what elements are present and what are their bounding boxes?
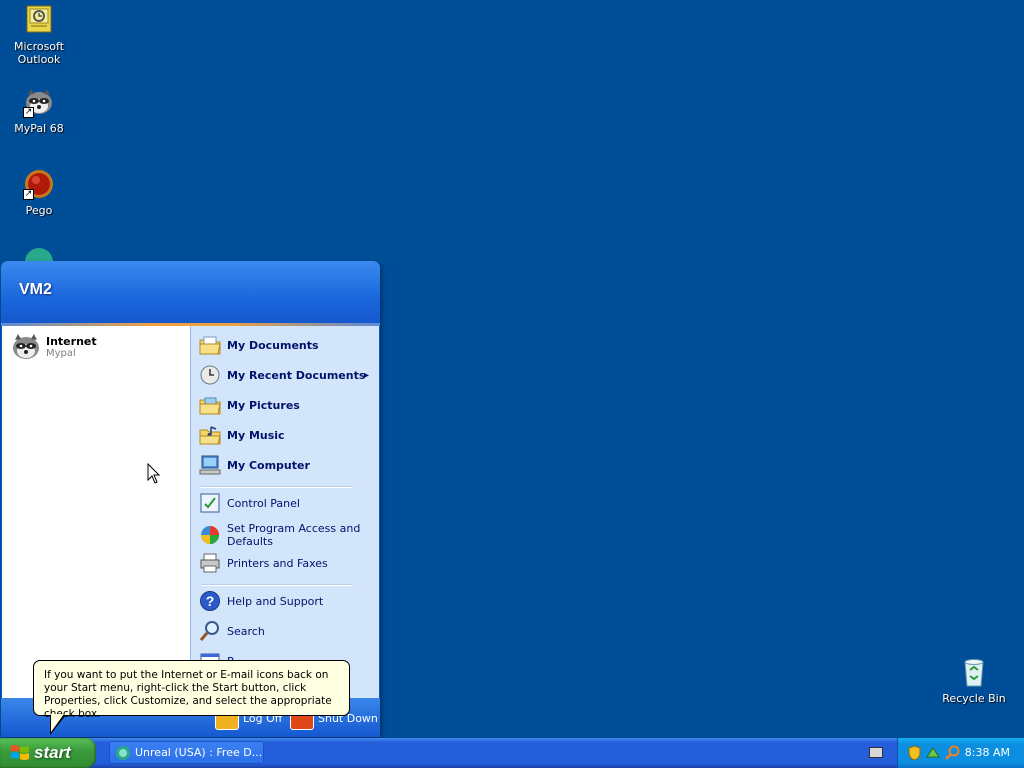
help-icon: ? (199, 590, 221, 612)
recycle-bin-icon (958, 656, 990, 688)
desktop-icon-outlook[interactable]: Microsoft Outlook (1, 4, 77, 66)
my-pictures-icon (199, 394, 221, 416)
mouse-cursor-icon (147, 462, 161, 485)
menu-item-label: Printers and Faxes (227, 556, 328, 570)
desktop-icon-mypal[interactable]: ↗ MyPal 68 (1, 86, 77, 135)
taskbar-button[interactable]: Unreal (USA) : Free D... (109, 741, 264, 764)
menu-item-program-access[interactable]: Set Program Access and Defaults (199, 522, 375, 548)
desktop-icon-label: Pego (25, 204, 53, 217)
menu-item-search[interactable]: Search (199, 620, 375, 642)
system-tray: 8:38 AM (897, 738, 1024, 768)
my-music-icon (199, 424, 221, 446)
submenu-arrow-icon: ▸ (363, 369, 369, 381)
search-icon[interactable] (944, 745, 960, 761)
desktop-icon-label: MyPal 68 (14, 122, 64, 135)
tooltip-tail-fill (51, 714, 64, 732)
menu-item-my-computer[interactable]: My Computer (199, 454, 375, 476)
windows-logo-icon (10, 743, 30, 763)
menu-item-label: My Documents (227, 338, 319, 352)
mypal-icon: ↗ (23, 86, 55, 118)
search-icon (199, 620, 221, 642)
start-label: start (34, 743, 71, 762)
desktop-icon-recycle-bin[interactable]: Recycle Bin (936, 656, 1012, 705)
pinned-programs-pane: Internet Mypal (2, 326, 190, 698)
shortcut-arrow-icon: ↗ (23, 107, 34, 118)
my-computer-icon (199, 454, 221, 476)
clock[interactable]: 8:38 AM (965, 746, 1010, 759)
menu-item-label: Search (227, 624, 265, 638)
menu-item-label: Help and Support (227, 594, 324, 608)
menu-item-label: My Music (227, 428, 285, 442)
mypal-icon (115, 745, 131, 761)
keyboard-icon[interactable] (869, 747, 883, 758)
my-documents-icon (199, 334, 221, 356)
printer-icon (199, 552, 221, 574)
menu-item-label: Control Panel (227, 496, 300, 510)
tooltip-text: If you want to put the Internet or E-mai… (44, 669, 332, 720)
menu-item-control-panel[interactable]: Control Panel (199, 492, 375, 514)
menu-separator (201, 584, 353, 586)
menu-item-label: My Pictures (227, 398, 300, 412)
pinned-item-subtitle: Mypal (46, 348, 76, 359)
network-icon[interactable] (925, 745, 941, 761)
taskbar-button-label: Unreal (USA) : Free D... (135, 746, 263, 759)
mypal-icon (10, 331, 42, 363)
pinned-item-title: Internet (46, 335, 97, 348)
desktop-icon-label: Recycle Bin (942, 692, 1006, 705)
desktop-icon-label: Microsoft Outlook (13, 40, 65, 66)
menu-separator (201, 486, 353, 488)
menu-item-label: My Recent Documents (227, 368, 366, 382)
places-pane: My Documents My Recent Documents ▸ My Pi… (190, 326, 379, 698)
outlook-icon (23, 4, 55, 36)
menu-item-my-music[interactable]: My Music (199, 424, 375, 446)
recent-documents-icon (199, 364, 221, 386)
pego-icon: ↗ (23, 168, 55, 200)
program-access-icon (199, 524, 221, 546)
menu-item-printers[interactable]: Printers and Faxes (199, 552, 375, 574)
start-button[interactable]: start (0, 738, 96, 768)
svg-text:?: ? (206, 593, 215, 609)
menu-item-my-recent-documents[interactable]: My Recent Documents ▸ (199, 364, 375, 386)
shortcut-arrow-icon: ↗ (23, 189, 34, 200)
user-name: VM2 (19, 281, 52, 298)
control-panel-icon (199, 492, 221, 514)
desktop-icon-pego[interactable]: ↗ Pego (1, 168, 77, 217)
security-shield-icon[interactable] (908, 745, 921, 761)
menu-item-my-pictures[interactable]: My Pictures (199, 394, 375, 416)
pinned-item-internet[interactable]: Internet Mypal (10, 331, 97, 363)
menu-item-help[interactable]: ? Help and Support (199, 590, 375, 612)
taskbar: start Unreal (USA) : Free D... 8:38 AM (0, 738, 1024, 768)
start-menu-header: VM2 (1, 261, 380, 325)
menu-item-my-documents[interactable]: My Documents (199, 334, 375, 356)
menu-item-label: Set Program Access and Defaults (227, 522, 361, 548)
menu-item-label: My Computer (227, 458, 310, 472)
balloon-tooltip[interactable]: If you want to put the Internet or E-mai… (33, 660, 350, 720)
